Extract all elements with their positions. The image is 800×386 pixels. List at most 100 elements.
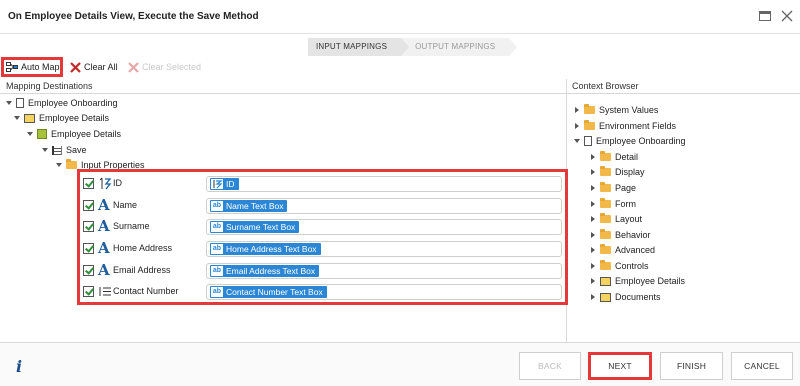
textbox-icon: ab <box>211 266 223 276</box>
cancel-button[interactable]: CANCEL <box>731 352 793 380</box>
method-icon <box>52 145 62 155</box>
dialog-title: On Employee Details View, Execute the Sa… <box>8 11 259 22</box>
property-checkbox[interactable] <box>83 243 94 254</box>
context-item-form[interactable]: Form <box>590 197 636 211</box>
textbox-icon: ab <box>211 287 223 297</box>
tree-node-save[interactable]: Save <box>42 143 87 157</box>
auto-map-button[interactable]: Auto Map <box>1 57 63 77</box>
context-item-layout[interactable]: Layout <box>590 212 642 226</box>
textbox-icon: ab <box>211 201 223 211</box>
context-item-system-values[interactable]: System Values <box>574 103 658 117</box>
tree-label: Display <box>615 167 645 177</box>
mapping-value-field[interactable]: ab Contact Number Text Box <box>206 284 562 300</box>
clear-all-label: Clear All <box>84 62 118 72</box>
expand-icon[interactable] <box>42 148 48 152</box>
context-item-documents[interactable]: Documents <box>590 290 661 304</box>
clear-icon <box>70 61 81 73</box>
tree-label: Layout <box>615 214 643 224</box>
maximize-icon[interactable] <box>758 9 772 23</box>
mapped-value-chip[interactable]: ID <box>210 178 239 190</box>
property-checkbox[interactable] <box>83 178 94 189</box>
mapping-value-field[interactable]: ab Email Address Text Box <box>206 263 562 279</box>
property-checkbox[interactable] <box>83 265 94 276</box>
expand-icon[interactable] <box>591 154 595 160</box>
tree-node-employee-details-view[interactable]: Employee Details <box>14 111 109 125</box>
expand-icon[interactable] <box>591 201 595 207</box>
expand-icon[interactable] <box>591 263 595 269</box>
expand-icon[interactable] <box>591 278 595 284</box>
mapping-value-field[interactable]: ab Surname Text Box <box>206 219 562 235</box>
expand-icon[interactable] <box>27 132 33 136</box>
context-item-behavior[interactable]: Behavior <box>590 228 651 242</box>
header-divider <box>0 93 800 94</box>
context-item-page[interactable]: Page <box>590 181 636 195</box>
info-icon[interactable]: i <box>16 357 22 376</box>
next-button[interactable]: NEXT <box>588 352 652 380</box>
expand-icon[interactable] <box>6 101 12 105</box>
expand-icon[interactable] <box>14 116 20 120</box>
tree-label: Environment Fields <box>599 121 677 131</box>
tree-node-employee-onboarding[interactable]: Employee Onboarding <box>6 96 118 110</box>
expand-icon[interactable] <box>591 232 595 238</box>
expand-icon[interactable] <box>591 294 595 300</box>
expand-icon[interactable] <box>591 247 595 253</box>
context-item-display[interactable]: Display <box>590 165 645 179</box>
property-checkbox[interactable] <box>83 221 94 232</box>
mapped-value-chip[interactable]: ab Contact Number Text Box <box>210 286 327 298</box>
property-checkbox[interactable] <box>83 286 94 297</box>
auto-map-label: Auto Map <box>21 62 60 72</box>
property-checkbox[interactable] <box>83 200 94 211</box>
tab-label: OUTPUT MAPPINGS <box>415 42 496 51</box>
mapping-value-field[interactable]: ab Home Address Text Box <box>206 241 562 257</box>
tab-output-mappings[interactable]: OUTPUT MAPPINGS <box>401 38 518 56</box>
mapped-value-label: Email Address Text Box <box>226 266 316 276</box>
number-icon <box>99 287 111 296</box>
context-item-employee-onboarding[interactable]: Employee Onboarding <box>574 134 686 148</box>
autonumber-icon <box>99 177 112 190</box>
mapped-value-label: Name Text Box <box>226 201 284 211</box>
context-item-employee-details[interactable]: Employee Details <box>590 274 685 288</box>
clear-selected-button[interactable]: Clear Selected <box>128 59 201 75</box>
mapping-value-field[interactable]: ab Name Text Box <box>206 198 562 214</box>
tree-node-employee-details-smartobject[interactable]: Employee Details <box>27 127 121 141</box>
mapping-row-email-address: A Email Address ab Email Address Text Bo… <box>80 261 565 281</box>
context-item-advanced[interactable]: Advanced <box>590 243 655 257</box>
expand-icon[interactable] <box>575 107 579 113</box>
expand-icon[interactable] <box>591 216 595 222</box>
clear-icon <box>128 61 139 73</box>
tree-label: Controls <box>615 261 649 271</box>
expand-icon[interactable] <box>591 185 595 191</box>
mapped-value-label: Surname Text Box <box>226 222 296 232</box>
mapping-value-field[interactable]: ID <box>206 176 562 192</box>
property-label: Home Address <box>113 243 173 253</box>
context-item-detail[interactable]: Detail <box>590 150 638 164</box>
mapped-value-label: ID <box>226 179 235 189</box>
context-item-controls[interactable]: Controls <box>590 259 649 273</box>
text-icon: A <box>98 196 110 214</box>
mapped-value-chip[interactable]: ab Home Address Text Box <box>210 243 321 255</box>
mapped-value-chip[interactable]: ab Surname Text Box <box>210 221 300 233</box>
mapping-row-name: A Name ab Name Text Box <box>80 196 565 216</box>
back-button[interactable]: BACK <box>519 352 581 380</box>
mapped-value-chip[interactable]: ab Name Text Box <box>210 200 288 212</box>
expand-icon[interactable] <box>574 139 580 143</box>
mapped-value-label: Contact Number Text Box <box>226 287 323 297</box>
tree-label: Employee Details <box>615 276 686 286</box>
property-label: Contact Number <box>113 286 179 296</box>
tree-label: Page <box>615 183 637 193</box>
tab-input-mappings[interactable]: INPUT MAPPINGS <box>308 38 410 56</box>
mapped-value-chip[interactable]: ab Email Address Text Box <box>210 265 320 277</box>
tree-label: Form <box>615 199 636 209</box>
folder-icon <box>600 260 611 270</box>
context-item-environment-fields[interactable]: Environment Fields <box>574 119 676 133</box>
folder-icon <box>600 229 611 239</box>
mapped-value-label: Home Address Text Box <box>226 244 317 254</box>
expand-icon[interactable] <box>591 169 595 175</box>
close-icon[interactable] <box>780 9 794 23</box>
folder-icon <box>584 104 595 114</box>
expand-icon[interactable] <box>56 163 62 167</box>
finish-button[interactable]: FINISH <box>660 352 723 380</box>
clear-all-button[interactable]: Clear All <box>70 59 118 75</box>
expand-icon[interactable] <box>575 123 579 129</box>
folder-icon <box>600 166 611 176</box>
